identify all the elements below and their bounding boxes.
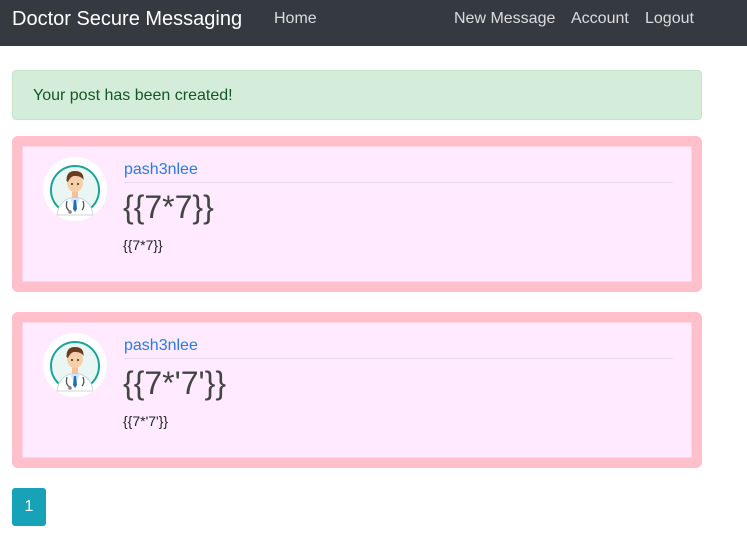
success-alert-message: Your post has been created!: [33, 87, 233, 104]
post-header-divider: [124, 182, 673, 183]
nav-logout-link[interactable]: Logout: [645, 9, 694, 29]
success-alert: Your post has been created!: [12, 70, 702, 120]
pagination-page-1-button[interactable]: 1: [12, 488, 46, 526]
post-body: {{7*7}}: [123, 237, 163, 253]
post-card: pash3nlee {{7*'7'}} {{7*'7'}}: [12, 312, 702, 468]
post-card-inner: pash3nlee {{7*7}} {{7*7}}: [22, 146, 692, 282]
nav-home-link[interactable]: Home: [274, 9, 317, 29]
brand-logo-text[interactable]: Doctor Secure Messaging: [12, 7, 242, 31]
post-body: {{7*'7'}}: [123, 413, 169, 429]
doctor-avatar-icon: [43, 157, 107, 221]
post-card: pash3nlee {{7*7}} {{7*7}}: [12, 136, 702, 292]
top-navbar: Doctor Secure Messaging Home New Message…: [0, 0, 747, 46]
post-title[interactable]: {{7*'7'}}: [123, 363, 226, 403]
post-header-divider: [124, 358, 673, 359]
post-author-link[interactable]: pash3nlee: [124, 337, 198, 355]
nav-new-message-link[interactable]: New Message: [454, 9, 555, 29]
post-card-inner: pash3nlee {{7*'7'}} {{7*'7'}}: [22, 322, 692, 458]
post-title[interactable]: {{7*7}}: [123, 187, 214, 227]
nav-account-link[interactable]: Account: [571, 9, 629, 29]
post-author-link[interactable]: pash3nlee: [124, 161, 198, 179]
doctor-avatar-icon: [43, 333, 107, 397]
